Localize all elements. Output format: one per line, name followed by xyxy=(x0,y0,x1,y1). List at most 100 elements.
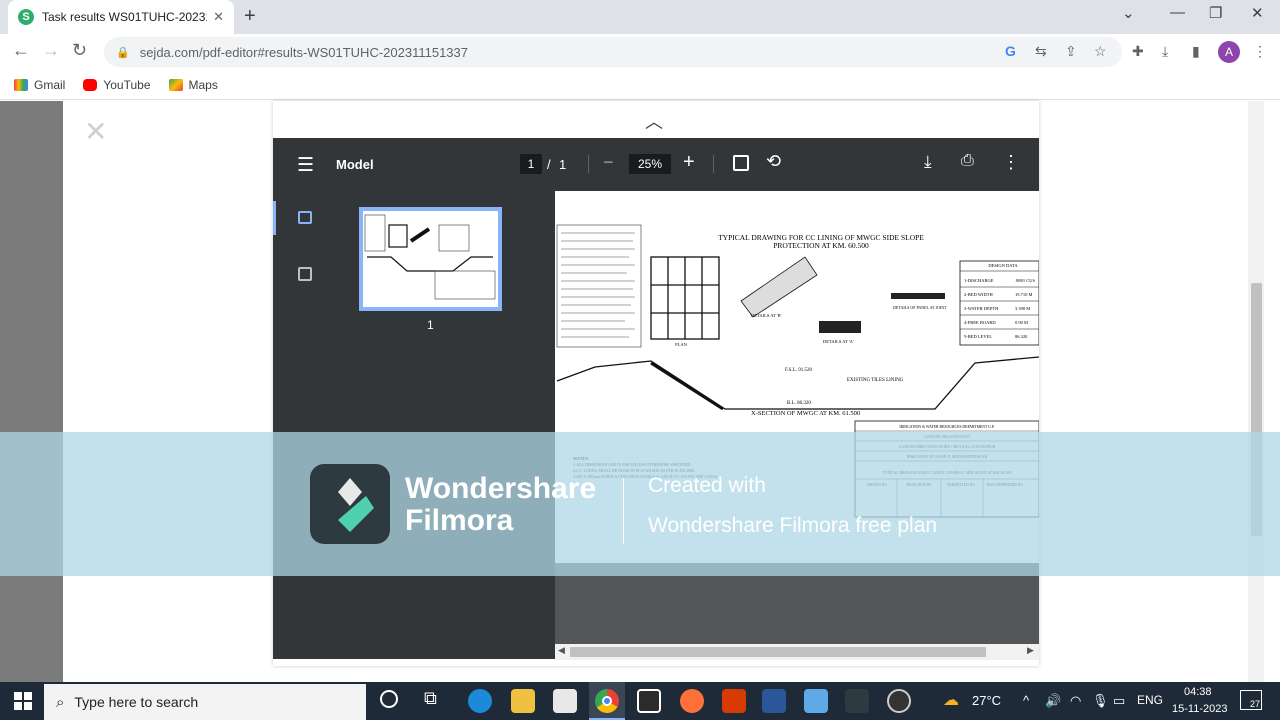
scroll-left-icon[interactable]: ◀ xyxy=(558,645,565,656)
chevron-up-icon[interactable]: ︿ xyxy=(645,108,663,134)
slab-detail-b xyxy=(740,256,818,318)
scroll-right-icon[interactable]: ▶ xyxy=(1027,645,1034,656)
close-window-button[interactable]: ✕ xyxy=(1251,4,1264,22)
app-icon[interactable] xyxy=(804,689,828,713)
divider xyxy=(713,155,714,173)
minimize-button[interactable]: — xyxy=(1170,4,1185,21)
wifi-icon[interactable]: ◠ xyxy=(1070,693,1081,709)
clock-date[interactable]: 15-11-2023 xyxy=(1172,703,1227,715)
filmora-logo-icon xyxy=(310,464,390,544)
design-row-value: 3.398 M xyxy=(1015,306,1030,311)
titleblock-line: IRRIGATION & WATER RESOURCES DEPARTMENT … xyxy=(899,425,994,429)
profile-avatar[interactable]: A xyxy=(1218,41,1240,63)
watermark-band xyxy=(0,432,1280,576)
extensions-icon[interactable]: ✚ xyxy=(1132,43,1144,60)
translate-icon[interactable]: ⇆ xyxy=(1035,43,1047,60)
tab-search-icon[interactable]: ⌄ xyxy=(1122,4,1135,22)
chrome-menu-icon[interactable]: ⋮ xyxy=(1253,43,1267,60)
clock-time[interactable]: 04:38 xyxy=(1184,686,1212,698)
recorder-icon[interactable] xyxy=(887,689,911,713)
horizontal-scroll-thumb[interactable] xyxy=(570,647,986,657)
bookmark-label: Gmail xyxy=(34,77,66,92)
firefox-icon[interactable] xyxy=(680,689,704,713)
bl-label: B.L. 86.320 xyxy=(787,401,811,406)
task-view-icon[interactable]: ⧉ xyxy=(424,688,437,709)
more-options-icon[interactable]: ⋮ xyxy=(1002,152,1020,173)
design-row-value: 0.90 M xyxy=(1015,320,1028,325)
taskbar-search[interactable]: ⌕ Type here to search xyxy=(44,684,366,720)
new-tab-button[interactable]: + xyxy=(244,5,256,28)
page-separator: / xyxy=(547,157,551,172)
design-row-label: 4-FREE BOARD xyxy=(964,320,996,325)
word-icon[interactable] xyxy=(762,689,786,713)
tray-chevron-icon[interactable]: ^ xyxy=(1023,693,1029,708)
zoom-in-icon[interactable]: + xyxy=(683,151,695,174)
hamburger-menu-icon[interactable]: ☰ xyxy=(297,154,314,177)
design-row-label: 1-DISCHARGE xyxy=(964,278,994,283)
office-icon[interactable] xyxy=(722,689,746,713)
volume-icon[interactable]: 🔊 xyxy=(1045,693,1061,709)
mail-icon[interactable] xyxy=(553,689,577,713)
cortana-icon[interactable] xyxy=(380,690,398,708)
xsection-label: X-SECTION OF MWGC AT KM. 61.500 xyxy=(751,410,860,417)
youtube-icon xyxy=(83,78,98,91)
microphone-icon[interactable]: 🎙 xyxy=(1092,693,1109,709)
bookmark-gmail[interactable]: Gmail xyxy=(14,78,65,92)
design-row-value: 19.710 M xyxy=(1015,292,1033,297)
pdf-viewer-toolbar: ☰ Model 1 / 1 − 25% + ⟲ ⤓ ⎙ ⋮ xyxy=(273,138,1039,191)
design-row-label: 5-BED LEVEL xyxy=(964,334,992,339)
zoom-out-icon[interactable]: − xyxy=(603,152,614,173)
watermark-brand-line2: Filmora xyxy=(405,504,514,537)
url-text: sejda.com/pdf-editor#results-WS01TUHC-20… xyxy=(139,44,468,60)
page-overlay-left xyxy=(0,101,63,682)
zoom-input[interactable]: 25% xyxy=(629,154,671,174)
side-panel-icon[interactable]: ▮ xyxy=(1192,43,1200,60)
weather-icon[interactable]: ☁ xyxy=(943,690,959,710)
chrome-taskbar-button[interactable] xyxy=(589,682,625,720)
weather-temp[interactable]: 27°C xyxy=(972,693,1001,708)
drawing-title-line2: PROTECTION AT KM. 60.500 xyxy=(773,241,869,250)
bookmark-star-icon[interactable]: ☆ xyxy=(1094,43,1107,60)
address-bar[interactable]: 🔒 sejda.com/pdf-editor#results-WS01TUHC-… xyxy=(104,37,1122,67)
file-explorer-icon[interactable] xyxy=(511,689,535,713)
design-row-label: 3-WATER DEPTH xyxy=(964,306,999,311)
back-icon[interactable]: ← xyxy=(12,40,30,61)
store-icon[interactable] xyxy=(637,689,661,713)
maximize-button[interactable]: ❐ xyxy=(1209,4,1222,22)
thumbnails-icon[interactable] xyxy=(298,211,312,224)
joint-detail xyxy=(891,293,945,299)
windows-start-icon[interactable] xyxy=(14,692,32,710)
bookmark-youtube[interactable]: YouTube xyxy=(83,78,151,92)
language-indicator[interactable]: ENG xyxy=(1137,693,1163,707)
page-number-input[interactable]: 1 xyxy=(520,154,542,174)
notification-center-icon[interactable]: 27 xyxy=(1240,690,1262,710)
plan-label: PLAN xyxy=(675,342,688,347)
notification-count: 27 xyxy=(1249,699,1260,709)
plan-grid xyxy=(650,256,720,340)
design-row-value: 86.320 xyxy=(1015,334,1028,339)
existing-label: EXISTING TILES LINING xyxy=(847,378,904,383)
google-lens-icon[interactable]: G xyxy=(1005,43,1016,59)
print-icon[interactable]: ⎙ xyxy=(961,152,974,170)
share-icon[interactable]: ⇪ xyxy=(1065,43,1077,60)
reload-icon[interactable]: ↻ xyxy=(72,40,87,61)
bookmark-maps[interactable]: Maps xyxy=(168,78,218,92)
design-data-header: DESIGN DATA xyxy=(988,263,1018,268)
browser-tab[interactable]: S Task results WS01TUHC-202311 ✕ xyxy=(8,0,234,34)
watermark-divider xyxy=(623,478,624,544)
close-tab-icon[interactable]: ✕ xyxy=(213,9,224,25)
download-icon[interactable]: ⤓ xyxy=(924,152,932,172)
bookmarks-bar: Gmail YouTube Maps xyxy=(0,70,1280,100)
forward-icon[interactable]: → xyxy=(42,40,60,61)
page-thumbnail[interactable] xyxy=(359,207,502,311)
close-icon[interactable]: ✕ xyxy=(84,115,107,148)
battery-icon[interactable]: ▭ xyxy=(1113,693,1125,709)
design-data-table xyxy=(959,260,1039,346)
download-icon[interactable]: ⤓ xyxy=(1162,43,1168,60)
rotate-icon[interactable]: ⟲ xyxy=(766,151,781,172)
outline-icon[interactable] xyxy=(298,267,312,281)
filmora-taskbar-icon[interactable] xyxy=(845,689,869,713)
edge-icon[interactable] xyxy=(468,689,492,713)
document-title: Model xyxy=(336,157,374,172)
fit-page-icon[interactable] xyxy=(733,155,749,171)
